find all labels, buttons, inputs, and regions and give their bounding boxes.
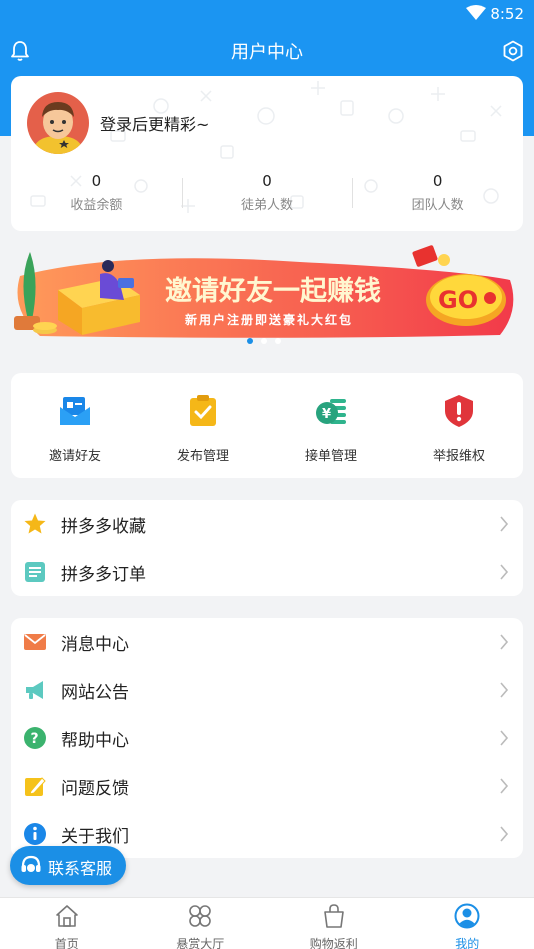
info-list: 消息中心 网站公告 ? 帮助中心 问题反馈 关于我们 bbox=[11, 618, 523, 858]
profile-icon bbox=[454, 903, 480, 929]
banner-pagination bbox=[247, 338, 281, 344]
red-envelope-decoration bbox=[412, 245, 450, 267]
bounty-hall-icon bbox=[189, 905, 212, 927]
invite-envelope-icon bbox=[60, 397, 90, 425]
order-money-icon: ¥ bbox=[316, 399, 346, 424]
chevron-right-icon bbox=[500, 516, 509, 532]
list-item-label: 帮助中心 bbox=[61, 731, 129, 751]
login-prompt[interactable]: 登录后更精彩~ bbox=[100, 111, 209, 135]
banner-headline: 邀请好友一起赚钱 bbox=[165, 276, 381, 307]
quick-action-orders[interactable]: ¥ 接单管理 bbox=[267, 373, 395, 478]
chevron-right-icon bbox=[500, 778, 509, 794]
list-item-messages[interactable]: 消息中心 bbox=[11, 618, 523, 666]
tab-bounty-hall[interactable]: 悬赏大厅 bbox=[134, 898, 268, 949]
pagination-dot[interactable] bbox=[275, 338, 281, 344]
megaphone-icon bbox=[26, 681, 43, 699]
banner-subline: 新用户注册即送豪礼大红包 bbox=[185, 312, 353, 327]
list-item-pdd-favorites[interactable]: 拼多多收藏 bbox=[11, 500, 523, 548]
list-item-pdd-orders[interactable]: 拼多多订单 bbox=[11, 548, 523, 596]
report-shield-icon bbox=[445, 395, 473, 427]
user-stats: 0 收益余额 0 徒弟人数 0 团队人数 bbox=[11, 172, 523, 222]
quick-action-report[interactable]: 举报维权 bbox=[395, 373, 523, 478]
feedback-pencil-icon bbox=[25, 777, 46, 796]
invite-banner[interactable]: 邀请好友一起赚钱 新用户注册即送豪礼大红包 GO bbox=[0, 240, 534, 352]
list-item-feedback[interactable]: 问题反馈 bbox=[11, 762, 523, 810]
chevron-right-icon bbox=[500, 730, 509, 746]
chevron-right-icon bbox=[500, 564, 509, 580]
list-item-label: 网站公告 bbox=[61, 683, 129, 703]
go-button[interactable]: GO bbox=[426, 274, 506, 326]
star-icon bbox=[24, 513, 46, 534]
quick-action-label: 邀请好友 bbox=[48, 449, 101, 464]
chevron-right-icon bbox=[500, 682, 509, 698]
tab-label: 首页 bbox=[54, 937, 79, 949]
page-title: 用户中心 bbox=[231, 42, 303, 63]
tab-home[interactable]: 首页 bbox=[0, 898, 134, 949]
wifi-icon bbox=[466, 5, 486, 20]
tab-label: 悬赏大厅 bbox=[176, 937, 225, 949]
svg-text:¥: ¥ bbox=[322, 407, 331, 422]
pdd-list: 拼多多收藏 拼多多订单 bbox=[11, 500, 523, 596]
quick-actions: 邀请好友 发布管理 ¥ 接单管理 举报维权 bbox=[11, 373, 523, 478]
shopping-bag-icon bbox=[323, 904, 344, 928]
chevron-right-icon bbox=[500, 634, 509, 650]
tab-shopping-rebate[interactable]: 购物返利 bbox=[267, 898, 401, 949]
svg-text:?: ? bbox=[31, 731, 39, 747]
stat-team-label: 团队人数 bbox=[411, 198, 464, 213]
quick-action-invite[interactable]: 邀请好友 bbox=[11, 373, 139, 478]
user-card: 登录后更精彩~ 0 收益余额 0 徒弟人数 0 团队人数 bbox=[11, 76, 523, 231]
stat-apprentices-value: 0 bbox=[262, 172, 272, 190]
stat-team[interactable]: 0 团队人数 bbox=[352, 172, 523, 222]
app-header: 用户中心 bbox=[0, 28, 534, 76]
contact-service-label: 联系客服 bbox=[48, 859, 113, 878]
contact-service-button[interactable]: 联系客服 bbox=[10, 846, 126, 885]
tab-label: 购物返利 bbox=[309, 937, 358, 949]
list-item-label: 消息中心 bbox=[61, 635, 129, 655]
stat-balance-value: 0 bbox=[91, 172, 102, 190]
list-item-label: 拼多多收藏 bbox=[61, 517, 146, 537]
quick-action-publish[interactable]: 发布管理 bbox=[139, 373, 267, 478]
info-icon bbox=[24, 823, 46, 845]
pagination-dot-active[interactable] bbox=[247, 338, 253, 344]
quick-action-label: 接单管理 bbox=[304, 449, 357, 464]
tab-label: 我的 bbox=[455, 937, 480, 949]
pagination-dot[interactable] bbox=[261, 338, 267, 344]
chevron-right-icon bbox=[500, 826, 509, 842]
tab-mine[interactable]: 我的 bbox=[401, 898, 534, 949]
go-arrow-icon bbox=[484, 292, 496, 304]
help-icon: ? bbox=[24, 727, 46, 749]
quick-action-label: 发布管理 bbox=[176, 449, 229, 464]
order-list-icon bbox=[25, 562, 45, 582]
status-time: 8:52 bbox=[490, 5, 524, 23]
quick-action-label: 举报维权 bbox=[432, 449, 485, 464]
list-item-help[interactable]: ? 帮助中心 bbox=[11, 714, 523, 762]
publish-clipboard-icon bbox=[190, 395, 216, 426]
stat-team-value: 0 bbox=[432, 172, 443, 190]
list-item-label: 关于我们 bbox=[61, 827, 129, 847]
list-item-announcements[interactable]: 网站公告 bbox=[11, 666, 523, 714]
stat-apprentices[interactable]: 0 徒弟人数 bbox=[181, 172, 353, 222]
settings-gear-icon[interactable] bbox=[502, 40, 524, 62]
status-bar: 8:52 bbox=[0, 0, 534, 28]
stat-balance[interactable]: 0 收益余额 bbox=[11, 172, 182, 222]
go-button-label: GO bbox=[438, 286, 478, 314]
stat-apprentices-label: 徒弟人数 bbox=[241, 198, 294, 213]
stat-balance-label: 收益余额 bbox=[70, 198, 123, 213]
list-item-label: 问题反馈 bbox=[61, 779, 129, 799]
avatar-face-icon bbox=[33, 102, 83, 154]
bottom-tab-bar: 首页 悬赏大厅 购物返利 我的 bbox=[0, 897, 534, 949]
headset-icon bbox=[21, 855, 41, 872]
list-item-label: 拼多多订单 bbox=[61, 565, 146, 585]
avatar[interactable] bbox=[27, 92, 89, 154]
mail-icon bbox=[24, 634, 46, 650]
home-icon bbox=[55, 905, 78, 927]
